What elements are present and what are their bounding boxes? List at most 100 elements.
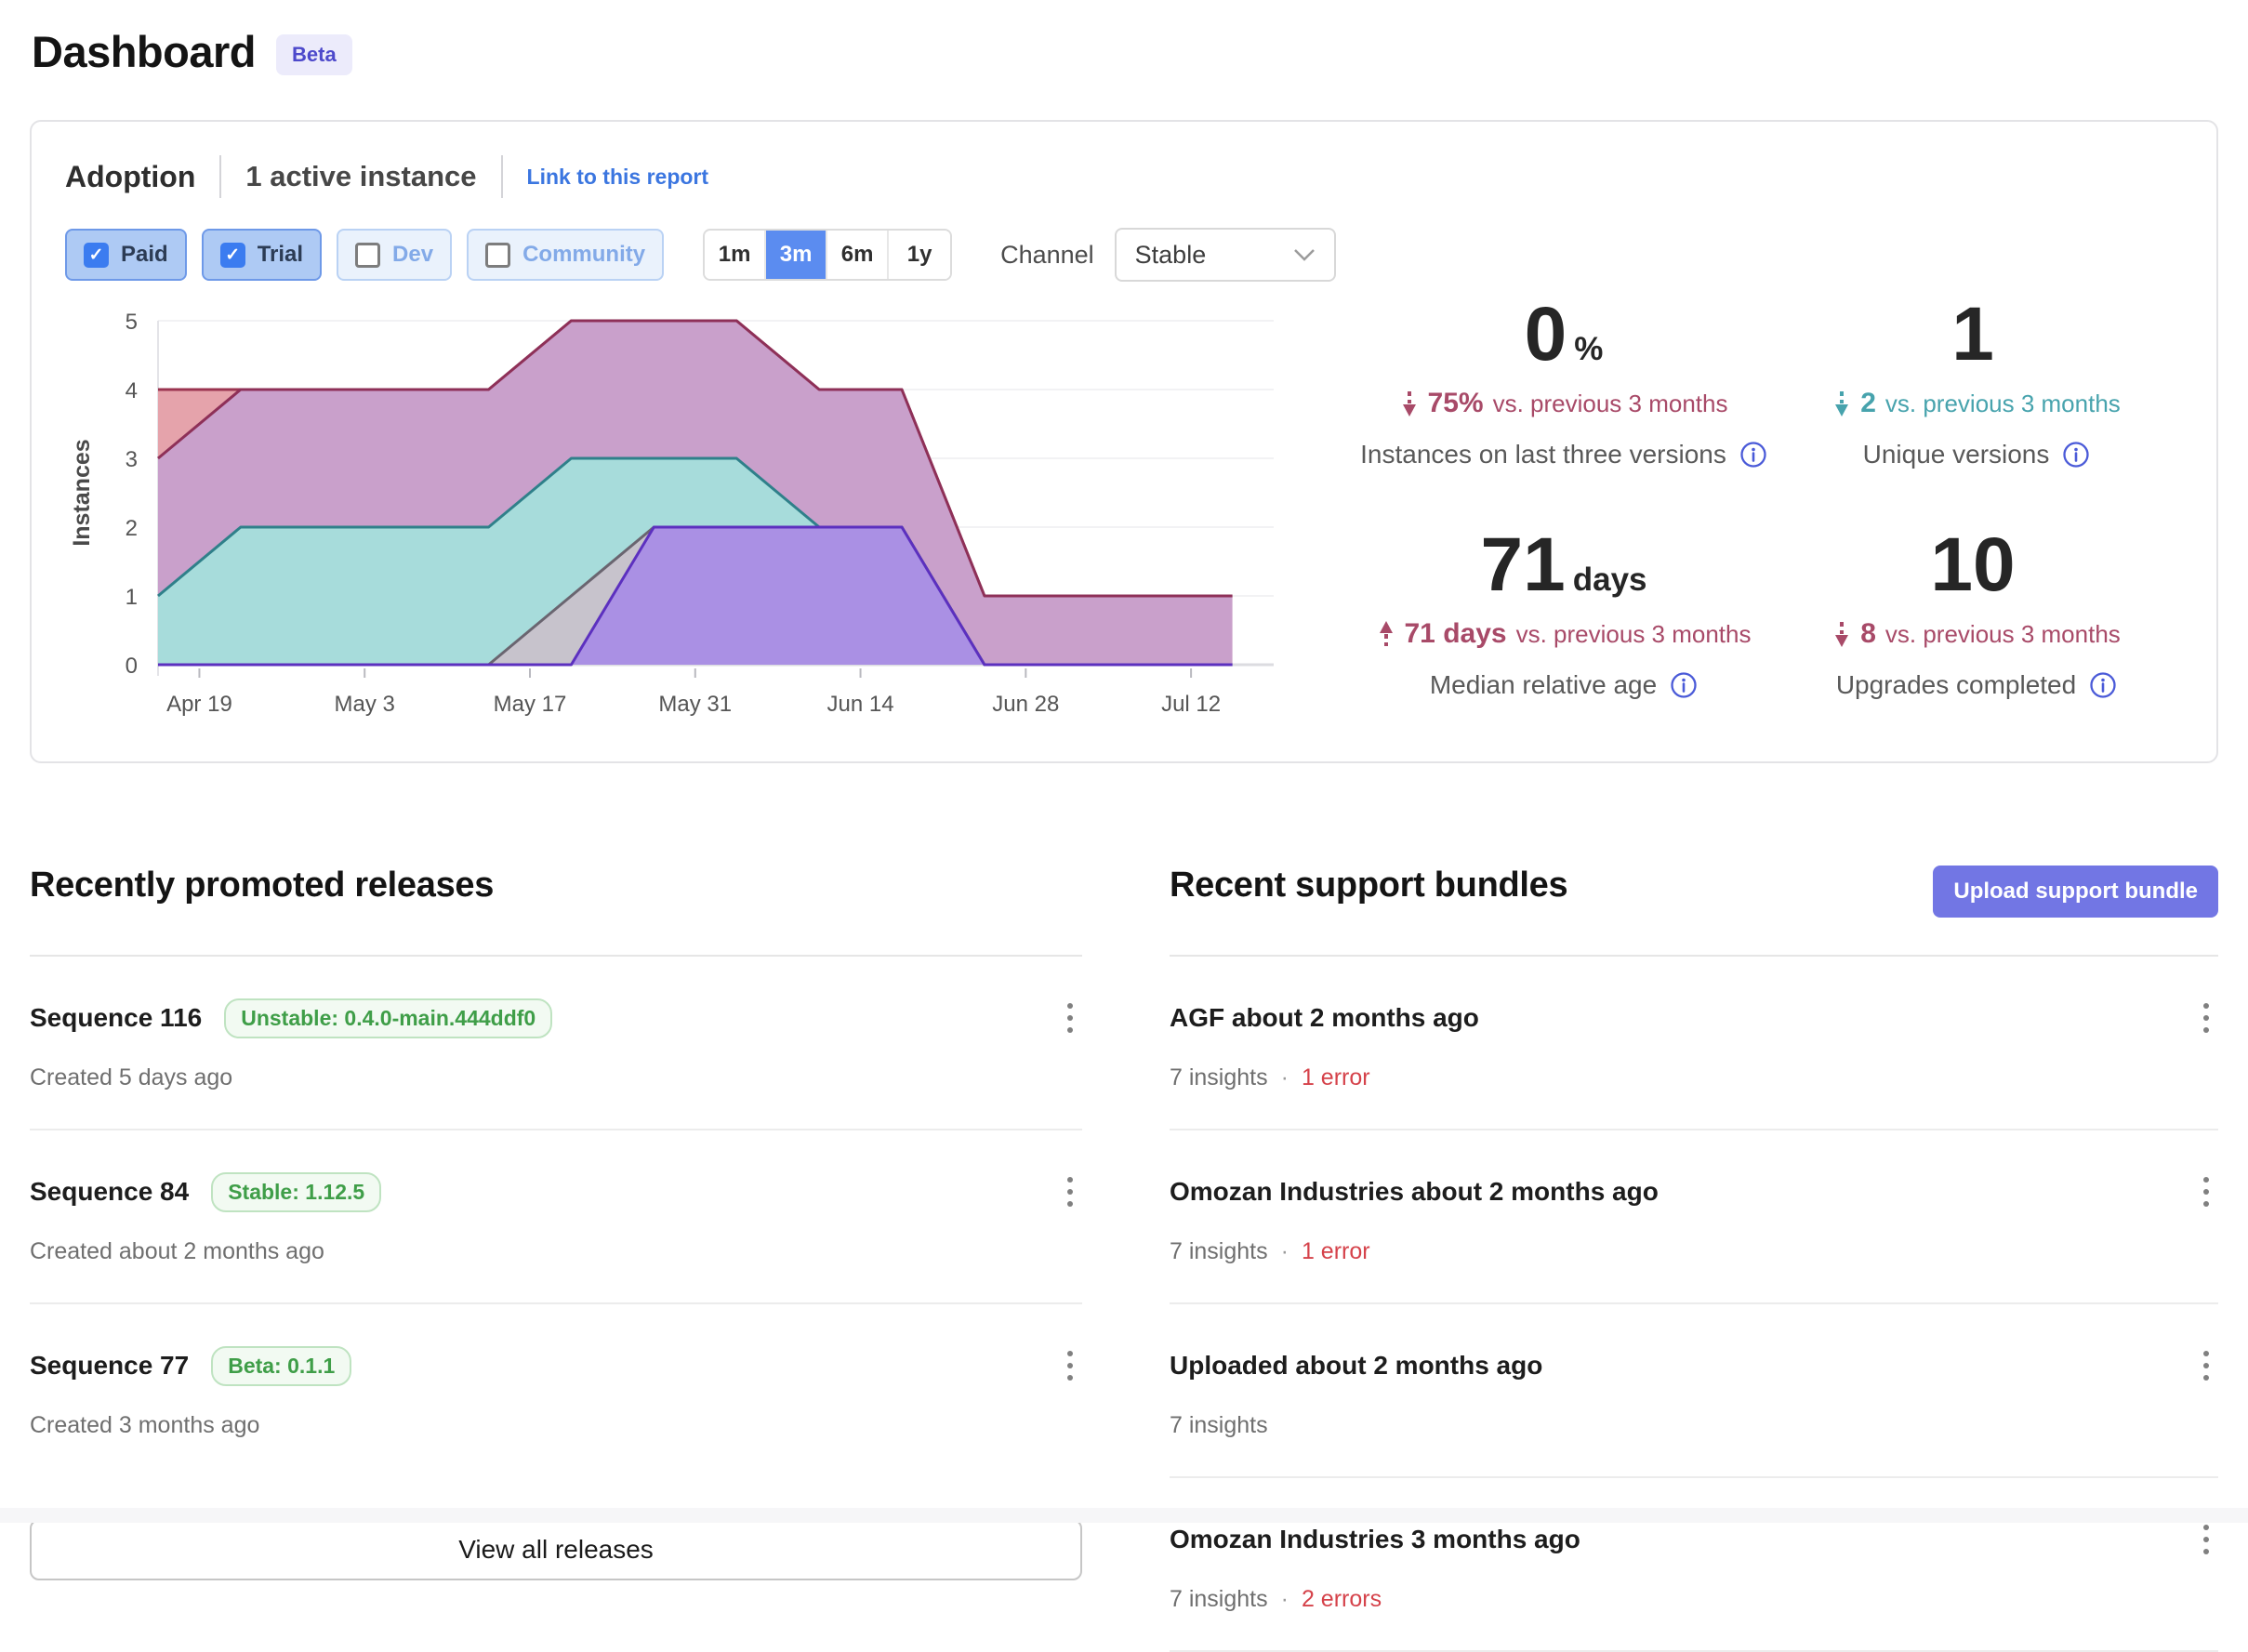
dot-separator: ·: [1281, 1586, 1289, 1613]
stat-label-row: Median relative age: [1357, 670, 1770, 700]
range-6m[interactable]: 6m: [827, 231, 889, 279]
stat-change-value: 71 days: [1405, 618, 1507, 650]
kebab-menu-icon[interactable]: [2194, 1345, 2218, 1386]
kebab-menu-icon[interactable]: [1058, 998, 1082, 1038]
bundles-header: Recent support bundles Upload support bu…: [1170, 866, 2218, 923]
bundle-insights: 7 insights: [1170, 1238, 1268, 1265]
range-1y[interactable]: 1y: [889, 231, 950, 279]
filter-trial-label: Trial: [258, 242, 303, 268]
stat-number: 1: [1951, 297, 1994, 373]
bundle-insights: 7 insights: [1170, 1064, 1268, 1091]
filter-community[interactable]: Community: [467, 229, 664, 281]
release-title: Sequence 116: [30, 1003, 202, 1033]
header-divider: [501, 155, 503, 198]
page-header: Dashboard Beta: [0, 0, 2248, 77]
stat-value: 1: [1770, 297, 2183, 373]
dot-separator: ·: [1281, 1238, 1289, 1265]
release-row-top: Sequence 77 Beta: 0.1.1: [30, 1345, 1082, 1386]
svg-text:Instances: Instances: [69, 439, 95, 546]
release-channel-badge: Unstable: 0.4.0-main.444ddf0: [224, 998, 552, 1038]
stat-unit: days: [1573, 563, 1647, 596]
release-title-row: Sequence 77 Beta: 0.1.1: [30, 1346, 351, 1386]
kebab-menu-icon[interactable]: [2194, 998, 2218, 1038]
bundles-section: Recent support bundles Upload support bu…: [1170, 866, 2218, 1652]
range-3m-selected[interactable]: 3m: [766, 231, 827, 279]
bundle-errors: 2 errors: [1302, 1586, 1382, 1613]
upload-support-bundle-button[interactable]: Upload support bundle: [1933, 866, 2218, 918]
bundle-title: Omozan Industries 3 months ago: [1170, 1525, 1580, 1554]
stat-instances-last-three-versions: 0% 75% vs. previous 3 months Instances o…: [1357, 297, 1770, 469]
stat-label: Median relative age: [1430, 670, 1657, 700]
filter-dev[interactable]: Dev: [337, 229, 452, 281]
info-icon[interactable]: [2062, 441, 2090, 469]
arrow-down-dashed-icon: [1832, 390, 1851, 417]
stat-number: 0: [1525, 297, 1567, 373]
stat-label: Instances on last three versions: [1360, 440, 1726, 469]
page-title: Dashboard: [32, 26, 256, 77]
checkbox-unchecked-icon: [355, 243, 380, 268]
release-row-top: Sequence 116 Unstable: 0.4.0-main.444ddf…: [30, 998, 1082, 1038]
chevron-down-icon: [1293, 248, 1316, 261]
svg-text:5: 5: [126, 310, 138, 335]
stat-label-row: Unique versions: [1770, 440, 2183, 469]
adoption-card-header: Adoption 1 active instance Link to this …: [65, 155, 2183, 198]
svg-text:Jun 14: Jun 14: [827, 692, 894, 717]
checkbox-unchecked-icon: [485, 243, 510, 268]
time-range-segmented-control: 1m 3m 6m 1y: [703, 229, 952, 281]
kebab-menu-icon[interactable]: [2194, 1171, 2218, 1212]
link-to-report[interactable]: Link to this report: [527, 165, 709, 190]
filter-community-label: Community: [522, 242, 645, 268]
release-channel-badge: Stable: 1.12.5: [211, 1172, 381, 1212]
svg-text:May 3: May 3: [335, 692, 395, 717]
bundle-row-top: Omozan Industries 3 months ago: [1170, 1519, 2218, 1560]
releases-section: Recently promoted releases Sequence 116 …: [30, 866, 1082, 1652]
release-row: Sequence 116 Unstable: 0.4.0-main.444ddf…: [30, 957, 1082, 1130]
adoption-title: Adoption: [65, 160, 195, 194]
checkbox-checked-icon: ✓: [84, 243, 109, 268]
svg-text:0: 0: [126, 654, 138, 679]
bundle-row: Uploaded about 2 months ago 7 insights: [1170, 1304, 2218, 1478]
info-icon[interactable]: [1739, 441, 1767, 469]
stat-change-value: 2: [1860, 388, 1876, 419]
adoption-chart-svg: 012345Apr 19May 3May 17May 31Jun 14Jun 2…: [65, 293, 1302, 734]
info-icon[interactable]: [2089, 671, 2117, 699]
adoption-card-body: 012345Apr 19May 3May 17May 31Jun 14Jun 2…: [65, 293, 2183, 739]
view-all-releases-button[interactable]: View all releases: [30, 1519, 1082, 1580]
filter-row: ✓ Paid ✓ Trial Dev Community 1m 3m 6m 1y…: [65, 228, 2183, 282]
dot-separator: ·: [1281, 1064, 1289, 1091]
stat-change-suffix: vs. previous 3 months: [1885, 390, 2121, 418]
channel-label: Channel: [1000, 241, 1094, 270]
release-row: Sequence 84 Stable: 1.12.5 Created about…: [30, 1130, 1082, 1304]
info-icon[interactable]: [1670, 671, 1698, 699]
bundle-title: Uploaded about 2 months ago: [1170, 1351, 1542, 1381]
bundle-insights-row: 7 insights · 1 error: [1170, 1064, 2218, 1091]
stat-unit: %: [1574, 333, 1603, 365]
channel-select[interactable]: Stable: [1115, 228, 1336, 282]
kebab-menu-icon[interactable]: [1058, 1345, 1082, 1386]
bundle-insights-row: 7 insights · 2 errors: [1170, 1586, 2218, 1613]
stat-change: 8 vs. previous 3 months: [1770, 618, 2183, 650]
channel-select-value: Stable: [1135, 241, 1207, 270]
beta-badge: Beta: [276, 34, 352, 75]
filter-paid-label: Paid: [121, 242, 168, 268]
adoption-card: Adoption 1 active instance Link to this …: [30, 120, 2218, 763]
bundle-row: AGF about 2 months ago 7 insights · 1 er…: [1170, 957, 2218, 1130]
kebab-menu-icon[interactable]: [2194, 1519, 2218, 1560]
svg-text:2: 2: [126, 516, 138, 541]
stat-label: Upgrades completed: [1836, 670, 2076, 700]
release-created: Created about 2 months ago: [30, 1238, 1082, 1265]
stat-change-suffix: vs. previous 3 months: [1493, 390, 1728, 418]
filter-trial[interactable]: ✓ Trial: [202, 229, 322, 281]
range-1m[interactable]: 1m: [705, 231, 766, 279]
bottom-columns: Recently promoted releases Sequence 116 …: [30, 866, 2218, 1652]
release-title: Sequence 77: [30, 1351, 189, 1381]
bundle-insights-row: 7 insights: [1170, 1412, 2218, 1439]
svg-text:Jun 28: Jun 28: [992, 692, 1059, 717]
filter-paid[interactable]: ✓ Paid: [65, 229, 187, 281]
release-row-top: Sequence 84 Stable: 1.12.5: [30, 1171, 1082, 1212]
release-created: Created 3 months ago: [30, 1412, 1082, 1439]
bundle-insights-row: 7 insights · 1 error: [1170, 1238, 2218, 1265]
kebab-menu-icon[interactable]: [1058, 1171, 1082, 1212]
svg-text:May 17: May 17: [494, 692, 567, 717]
stat-change-suffix: vs. previous 3 months: [1885, 620, 2121, 649]
